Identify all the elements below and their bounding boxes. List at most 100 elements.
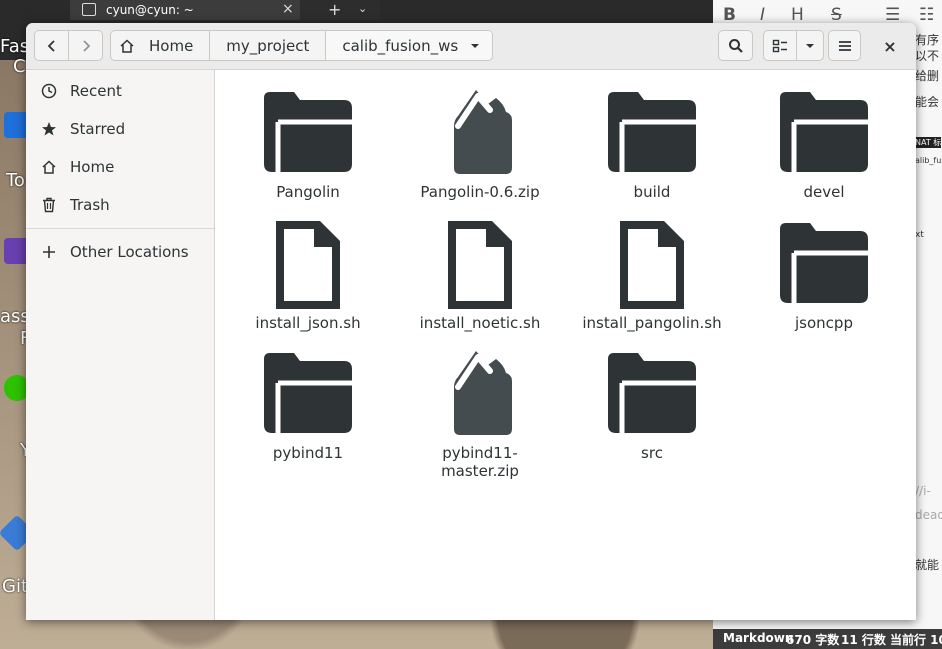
sidebar-item-label: Starred (70, 120, 126, 138)
file-name: src (641, 444, 663, 462)
star-icon (40, 120, 58, 138)
sidebar-item-label: Home (70, 158, 115, 176)
folder-icon (749, 217, 899, 313)
search-button[interactable] (718, 30, 753, 61)
folder-icon (233, 86, 383, 182)
list-view-icon (772, 39, 787, 52)
folder-item[interactable]: Pangolin (233, 86, 383, 201)
file-name: Pangolin-0.6.zip (420, 183, 540, 201)
chevron-down-icon (806, 43, 814, 48)
editor-text: //i- (915, 484, 931, 498)
folder-icon (577, 347, 727, 443)
desktop-label: C (13, 56, 26, 77)
main-menu-button[interactable] (828, 30, 861, 61)
editor-text: NAT 标 (915, 137, 942, 148)
chevron-left-icon (47, 39, 55, 52)
archive-icon (405, 86, 555, 182)
editor-text: dead (915, 508, 942, 522)
terminal-tab[interactable]: cyun@cyun: ~ × (70, 0, 300, 20)
heading-button[interactable]: H (791, 5, 804, 25)
editor-text: 给删 (915, 69, 940, 83)
new-tab-button[interactable]: + (328, 0, 341, 19)
archive-icon (405, 347, 555, 443)
status-words: 670 字数 (786, 633, 840, 647)
file-name: devel (803, 183, 845, 201)
chevron-right-icon (82, 39, 90, 52)
editor-text: xt (915, 230, 924, 240)
breadcrumb-current-folder[interactable]: calib_fusion_ws (326, 31, 493, 60)
file-item[interactable]: install_pangolin.sh (577, 217, 727, 332)
sidebar-item-home[interactable]: Home (26, 148, 214, 186)
sidebar-item-other-locations[interactable]: Other Locations (26, 233, 214, 271)
sidebar-divider (26, 228, 214, 229)
tab-menu-button[interactable]: ⌄ (358, 2, 367, 15)
headerbar: Home my_project calib_fusion_ws × (26, 23, 916, 70)
breadcrumb: Home my_project calib_fusion_ws (110, 30, 494, 61)
file-item[interactable]: install_noetic.sh (405, 217, 555, 332)
file-name: pybind11 (272, 444, 344, 462)
archive-item[interactable]: pybind11-master.zip (405, 347, 555, 480)
terminal-tab-close-button[interactable]: × (282, 1, 294, 17)
breadcrumb-label: my_project (226, 36, 310, 55)
forward-button[interactable] (68, 30, 103, 61)
editor-text: 有序 (915, 33, 940, 47)
sidebar-item-label: Other Locations (70, 243, 189, 261)
folder-item[interactable]: src (577, 347, 727, 462)
strikethrough-button[interactable]: S (831, 5, 842, 25)
folder-item[interactable]: devel (749, 86, 899, 201)
close-icon: × (883, 36, 897, 56)
editor-statusbar: Markdown 670 字数 11 行数 当前行 10 (713, 629, 942, 649)
file-item[interactable]: install_json.sh (233, 217, 383, 332)
breadcrumb-my-project[interactable]: my_project (210, 31, 327, 60)
home-icon (40, 158, 58, 176)
file-name: jsoncpp (795, 314, 853, 332)
view-options-button[interactable] (796, 30, 824, 61)
breadcrumb-label: Home (149, 36, 194, 55)
hamburger-menu-icon (838, 40, 851, 51)
breadcrumb-home[interactable]: Home (111, 31, 211, 60)
file-name: install_pangolin.sh (582, 314, 722, 332)
italic-button[interactable]: I (760, 5, 765, 25)
back-button[interactable] (34, 30, 69, 61)
sidebar-item-recent[interactable]: Recent (26, 72, 214, 110)
sidebar-item-label: Recent (70, 82, 122, 100)
bold-button[interactable]: B (723, 5, 736, 25)
close-window-button[interactable]: × (879, 35, 901, 57)
desktop-label: Fas (0, 36, 30, 57)
status-current-line: 当前行 10 (890, 633, 942, 647)
desktop-label: Git (2, 576, 29, 597)
status-mode: Markdown (723, 631, 794, 645)
file-name: install_json.sh (255, 314, 361, 332)
editor-text: 能会 (915, 95, 940, 109)
search-icon (728, 38, 743, 53)
terminal-tabbar: cyun@cyun: ~ × + ⌄ (70, 0, 380, 20)
file-name: build (633, 183, 671, 201)
sidebar-item-label: Trash (70, 196, 110, 214)
unordered-list-button[interactable]: ☰ (885, 5, 900, 25)
terminal-icon (82, 3, 96, 16)
breadcrumb-label: calib_fusion_ws (342, 36, 459, 55)
document-icon (577, 217, 727, 313)
editor-text: 就能 (915, 558, 940, 572)
file-manager-window: Home my_project calib_fusion_ws × Recent… (26, 23, 916, 620)
clock-icon (40, 82, 58, 100)
dropdown-arrow-icon (471, 43, 480, 48)
file-name: Pangolin (276, 183, 340, 201)
home-icon (120, 38, 134, 53)
desktop-label: To (6, 170, 25, 191)
document-icon (405, 217, 555, 313)
folder-item[interactable]: build (577, 86, 727, 201)
archive-item[interactable]: Pangolin-0.6.zip (405, 86, 555, 201)
ordered-list-button[interactable]: ☷ (919, 5, 934, 25)
folder-item[interactable]: pybind11 (233, 347, 383, 462)
file-name: install_noetic.sh (419, 314, 541, 332)
document-icon (233, 217, 383, 313)
view-mode-button[interactable] (763, 30, 797, 61)
plus-icon (40, 243, 58, 261)
editor-text: alib_fus (915, 156, 942, 165)
sidebar-item-trash[interactable]: Trash (26, 186, 214, 224)
folder-icon (577, 86, 727, 182)
folder-item[interactable]: jsoncpp (749, 217, 899, 332)
folder-icon (749, 86, 899, 182)
sidebar-item-starred[interactable]: Starred (26, 110, 214, 148)
